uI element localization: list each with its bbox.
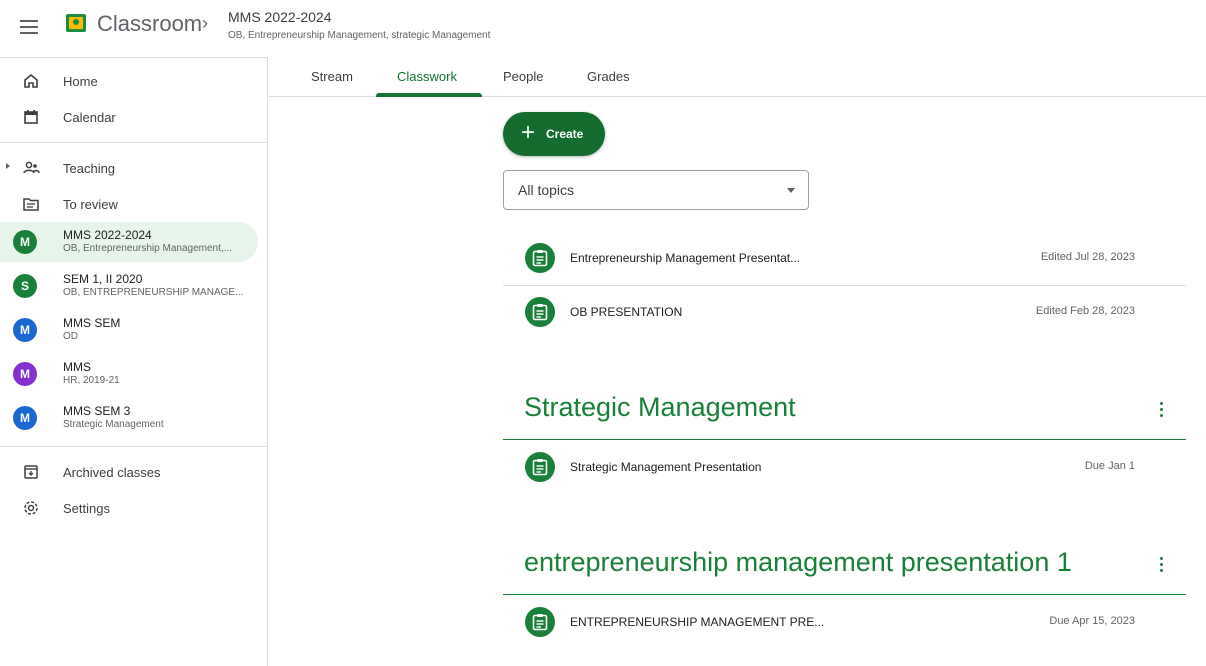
class-tabs: Stream Classwork People Grades: [269, 57, 1206, 97]
assignment-icon: [525, 297, 555, 327]
item-date: Edited Jul 28, 2023: [1040, 251, 1135, 263]
assignment-icon: [525, 452, 555, 482]
avatar: M: [13, 406, 37, 430]
more-options-icon[interactable]: [1158, 557, 1164, 575]
topic-filter-value: All topics: [518, 182, 575, 198]
tab-people[interactable]: People: [503, 69, 543, 84]
classwork-item[interactable]: Entrepreneurship Management Presentat...…: [503, 232, 1186, 286]
item-date: Due Jan 1: [1084, 460, 1135, 472]
create-button[interactable]: + Create: [503, 112, 605, 156]
topic-filter-select[interactable]: All topics: [503, 170, 809, 210]
sidebar-item-calendar[interactable]: Calendar: [0, 99, 258, 135]
sidebar-class-3[interactable]: M MMS HR, 2019-21: [0, 354, 258, 394]
tab-grades[interactable]: Grades: [587, 69, 630, 84]
sidebar-class-2[interactable]: M MMS SEM OD: [0, 310, 258, 350]
avatar: M: [13, 362, 37, 386]
app-name[interactable]: Classroom: [97, 11, 202, 37]
class-name: MMS SEM 3: [63, 404, 131, 418]
item-title: Strategic Management Presentation: [570, 460, 762, 474]
chevron-right-icon: ›: [202, 13, 208, 33]
sidebar-divider: [0, 142, 268, 143]
class-section: HR, 2019-21: [63, 375, 120, 386]
people-icon: [23, 161, 40, 174]
classwork-item[interactable]: OB PRESENTATION Edited Feb 28, 2023: [503, 286, 1186, 340]
sidebar-class-1[interactable]: S SEM 1, II 2020 OB, ENTREPRENEURSHIP MA…: [0, 266, 258, 306]
sidebar-divider: [0, 446, 268, 447]
sidebar-item-settings[interactable]: Settings: [0, 490, 258, 526]
item-title: OB PRESENTATION: [570, 305, 683, 319]
classwork-item[interactable]: Strategic Management Presentation Due Ja…: [503, 441, 1186, 495]
sidebar-item-label: Archived classes: [63, 464, 161, 480]
class-name: SEM 1, II 2020: [63, 272, 143, 286]
expand-caret-icon[interactable]: [6, 163, 10, 169]
sidebar-item-label: To review: [63, 196, 118, 212]
gear-icon: [24, 501, 38, 515]
sidebar-item-label: Home: [63, 73, 98, 89]
avatar: M: [13, 318, 37, 342]
sidebar-item-label: Teaching: [63, 160, 116, 176]
sidebar: Home Calendar Teaching To review M MMS 2…: [0, 57, 268, 666]
sidebar-item-home[interactable]: Home: [0, 63, 258, 99]
class-name: MMS SEM: [63, 316, 121, 330]
main-menu-icon[interactable]: [19, 16, 39, 38]
item-title: Entrepreneurship Management Presentat...: [570, 251, 801, 265]
assignment-icon: [525, 607, 555, 637]
sidebar-item-archived[interactable]: Archived classes: [0, 454, 258, 490]
sidebar-class-0[interactable]: M MMS 2022-2024 OB, Entrepreneurship Man…: [0, 222, 258, 262]
item-date: Due Apr 15, 2023: [1049, 615, 1135, 627]
more-options-icon[interactable]: [1158, 402, 1164, 420]
class-name: MMS: [63, 360, 91, 374]
assignment-icon: [525, 243, 555, 273]
class-section: OD: [63, 331, 78, 342]
plus-icon: +: [521, 119, 536, 146]
classroom-logo-icon[interactable]: [66, 14, 86, 32]
archive-icon: [24, 465, 38, 479]
topic-title[interactable]: entrepreneurship management presentation…: [524, 547, 1072, 578]
topic-divider: [503, 594, 1186, 595]
class-section: Strategic Management: [63, 419, 164, 430]
tab-classwork[interactable]: Classwork: [397, 69, 457, 84]
topic-title[interactable]: Strategic Management: [524, 392, 796, 423]
item-title: ENTREPRENEURSHIP MANAGEMENT PRE...: [570, 615, 825, 629]
sidebar-item-to-review[interactable]: To review: [0, 186, 258, 222]
class-name: MMS 2022-2024: [63, 228, 152, 242]
calendar-icon: [24, 110, 38, 124]
dropdown-arrow-icon: [787, 188, 795, 193]
class-section: OB, ENTREPRENEURSHIP MANAGE...: [63, 287, 244, 298]
sidebar-item-teaching[interactable]: Teaching: [0, 150, 258, 186]
sidebar-item-label: Settings: [63, 500, 110, 516]
avatar: S: [13, 274, 37, 298]
tab-stream[interactable]: Stream: [311, 69, 353, 84]
top-bar: Classroom › MMS 2022-2024 OB, Entreprene…: [0, 0, 1206, 57]
sidebar-item-label: Calendar: [63, 109, 116, 125]
item-date: Edited Feb 28, 2023: [1035, 305, 1135, 317]
avatar: M: [13, 230, 37, 254]
class-section: OB, Entrepreneurship Management,...: [63, 243, 232, 254]
class-subtitle: OB, Entrepreneurship Management, strateg…: [228, 30, 491, 41]
sidebar-class-4[interactable]: M MMS SEM 3 Strategic Management: [0, 398, 258, 438]
create-label: Create: [546, 127, 584, 141]
class-title: MMS 2022-2024: [228, 9, 332, 25]
active-tab-indicator: [376, 93, 482, 97]
home-icon: [24, 73, 38, 88]
folder-review-icon: [23, 198, 39, 211]
classwork-item[interactable]: ENTREPRENEURSHIP MANAGEMENT PRE... Due A…: [503, 596, 1186, 650]
topic-divider: [503, 439, 1186, 440]
